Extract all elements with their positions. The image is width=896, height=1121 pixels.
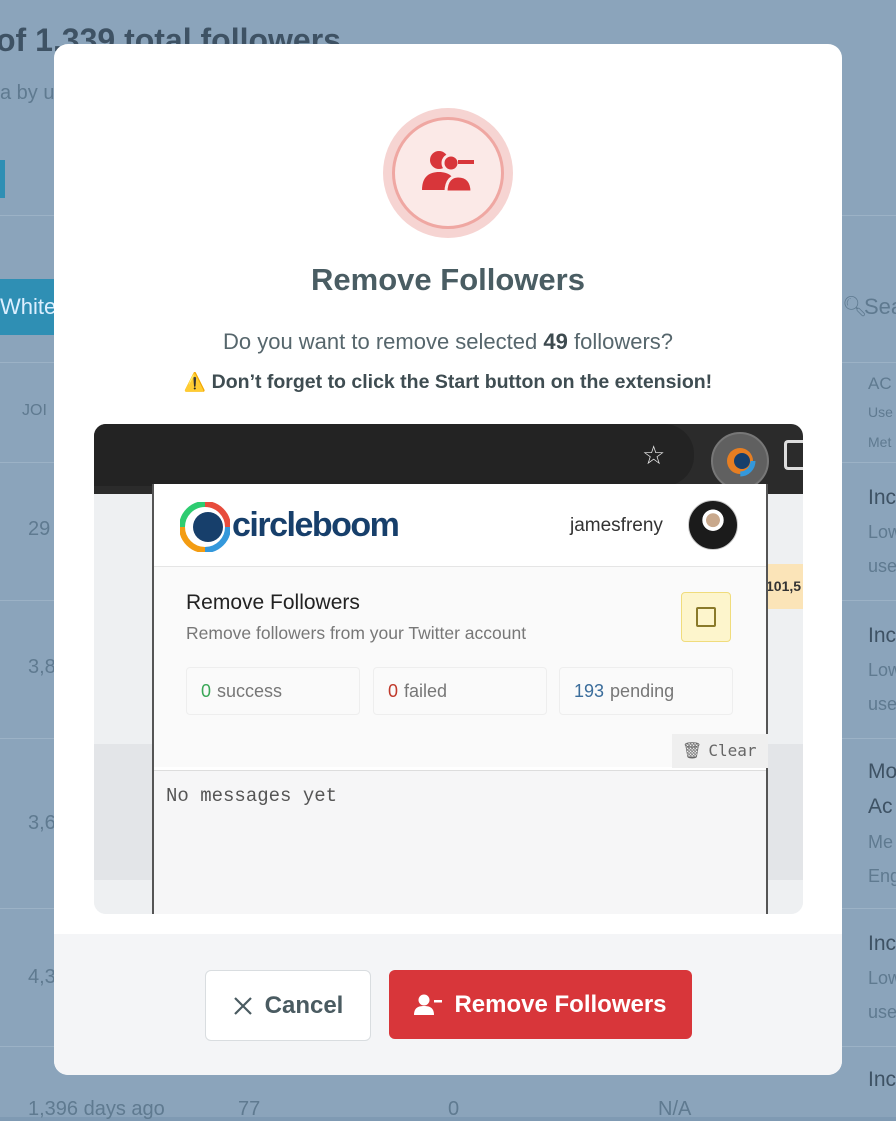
bg-bottom-cell: 0 xyxy=(448,1098,460,1120)
bg-row-value: 4,3 xyxy=(28,966,56,988)
warning-icon: ⚠️ xyxy=(183,372,207,392)
start-checkbox xyxy=(681,592,731,642)
hero-icon-ring xyxy=(383,108,513,238)
circleboom-logo-icon xyxy=(180,502,230,552)
bg-row-cell: Inc xyxy=(868,932,896,955)
username: jamesfreny xyxy=(570,515,663,536)
remove-label: Remove Followers xyxy=(454,990,667,1018)
bg-row-cell: Low xyxy=(868,968,896,988)
message-log: No messages yet xyxy=(154,770,766,914)
selected-count: 49 xyxy=(543,329,568,354)
cancel-label: Cancel xyxy=(264,991,344,1019)
bg-row-value: 29 xyxy=(28,518,51,540)
bg-bottom-cell: 77 xyxy=(238,1098,261,1120)
warning-text: Don’t forget to click the Start button o… xyxy=(211,371,713,393)
bg-bottom-cell: Inc xyxy=(868,1068,896,1091)
panel-subtitle: Remove followers from your Twitter accou… xyxy=(186,623,527,643)
bg-row-cell: Mo xyxy=(868,760,896,783)
bg-row-cell: use xyxy=(868,556,896,576)
stat-pending: 193 pending xyxy=(559,667,733,715)
logo-text: circleboom xyxy=(232,506,400,544)
bg-row-cell: Ac xyxy=(868,795,893,818)
bg-header-sub: a by u xyxy=(0,82,55,104)
bg-row-cell: Low xyxy=(868,660,896,680)
bg-tab-indicator xyxy=(0,160,5,198)
bg-row-value: 3,8 xyxy=(28,656,56,678)
panel-title: Remove Followers xyxy=(186,591,360,614)
avatar xyxy=(688,500,738,550)
bg-bottom-cell: N/A xyxy=(658,1098,692,1120)
bg-row-cell: use xyxy=(868,694,896,714)
bg-row-cell: Low xyxy=(868,522,896,542)
cancel-button[interactable]: Cancel xyxy=(205,970,371,1041)
trash-icon: 🗑︎ xyxy=(682,741,703,760)
extension-warning: ⚠️ Don’t forget to click the Start butto… xyxy=(54,371,842,394)
bg-whitelist-pill: White xyxy=(0,279,60,335)
puzzle-icon xyxy=(784,440,803,470)
log-text: No messages yet xyxy=(166,785,338,807)
modal-question: Do you want to remove selected 49 follow… xyxy=(54,329,842,355)
star-icon: ☆ xyxy=(642,440,666,470)
bg-col-ac: AC xyxy=(868,374,892,393)
bg-col-ac-sub1: Use xyxy=(868,404,893,420)
remove-followers-button[interactable]: Remove Followers xyxy=(389,970,692,1039)
close-icon xyxy=(233,996,252,1015)
bg-row-value: 3,6 xyxy=(28,812,56,834)
bg-col-join: JOI xyxy=(22,402,47,419)
bg-bottom-cell: 1,396 days ago xyxy=(28,1098,165,1120)
extension-screenshot: ☆ 101,5 circleboom jamesfreny Remove Fol… xyxy=(94,424,803,914)
bg-row-cell: use xyxy=(868,1002,896,1022)
modal-title: Remove Followers xyxy=(311,262,585,297)
side-tag: 101,5 xyxy=(766,564,803,609)
bg-row-cell: Inc xyxy=(868,624,896,647)
bg-row-cell: Eng xyxy=(868,866,896,886)
bg-col-ac-sub2: Met xyxy=(868,434,892,450)
user-minus-icon xyxy=(414,994,443,1015)
clear-button: 🗑︎ Clear xyxy=(672,734,768,768)
bg-search-placeholder: Sea xyxy=(864,294,896,319)
bg-row-cell: Inc xyxy=(868,486,896,509)
stat-failed: 0 failed xyxy=(373,667,547,715)
extension-icon xyxy=(711,432,769,490)
question-pre: Do you want to remove selected xyxy=(222,329,538,354)
bg-row-cell: Me xyxy=(868,832,894,852)
extension-panel: circleboom jamesfreny Remove Followers R… xyxy=(152,484,768,914)
user-minus-icon xyxy=(422,151,474,194)
remove-followers-modal: Remove Followers Do you want to remove s… xyxy=(54,44,842,1075)
stat-success: 0 success xyxy=(186,667,360,715)
question-post: followers? xyxy=(573,329,674,354)
